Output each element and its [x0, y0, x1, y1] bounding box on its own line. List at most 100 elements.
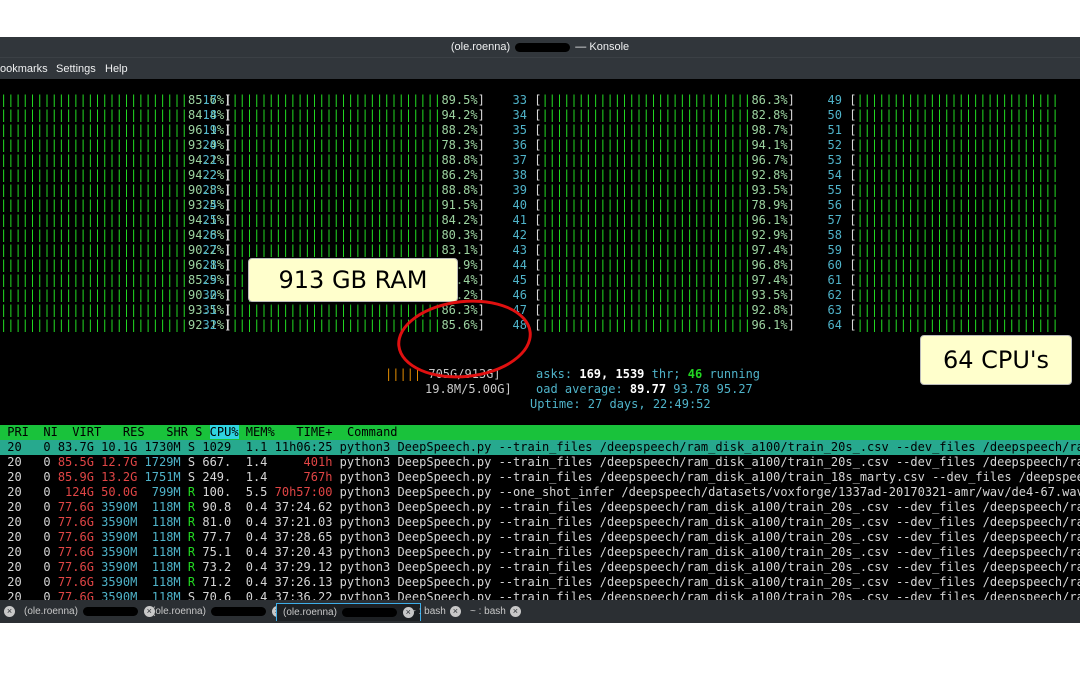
menu-settings[interactable]: Settings	[56, 63, 96, 75]
redacted-name	[515, 42, 571, 52]
cpu-meter: 54 [||||||||||||||||||||||||||||||||||||…	[820, 168, 1057, 183]
cpu-id: 40	[512, 198, 527, 212]
cpu-meter: 21 [||||||||||||||||||||||||||||||||||||…	[195, 153, 485, 168]
cpu-id: 57	[827, 213, 842, 227]
col-s: S	[195, 425, 203, 439]
cpu-meter: 24 [||||||||||||||||||||||||||||||||||||…	[195, 198, 485, 213]
tab-2[interactable]: (ole.roenna) ×	[146, 603, 289, 620]
cpu-id: 17	[202, 93, 217, 107]
close-icon[interactable]: ×	[509, 605, 521, 617]
tab-bar: × (ole.roenna) × (ole.roenna) × (ole.roe…	[0, 600, 1080, 623]
cpu-meter: 38 [||||||||||||||||||||||||||||||||||||…	[505, 168, 795, 183]
cpu-meter: 61 [||||||||||||||||||||||||||||||||||||…	[820, 273, 1057, 288]
cpu-id: 21	[202, 153, 217, 167]
ram-callout: 913 GB RAM	[248, 258, 458, 302]
menu-bookmarks[interactable]: ookmarks	[0, 63, 48, 75]
cpu-percent: 80.3%	[441, 228, 478, 242]
cpu-meter: 50 [||||||||||||||||||||||||||||||||||||…	[820, 108, 1057, 123]
cpu-id: 29	[202, 273, 217, 287]
cpu-id: 36	[512, 138, 527, 152]
table-row[interactable]: 20 0 77.6G 3590M 118M S 70.6 0.4 37:36.2…	[0, 590, 1080, 600]
table-row[interactable]: 20 0 77.6G 3590M 118M R 71.2 0.4 37:26.1…	[0, 575, 1080, 590]
tab-5[interactable]: ~ : bash ×	[464, 603, 527, 620]
title-bar: (ole.roenna) — Konsole	[0, 37, 1080, 57]
tab-4[interactable]: ~ : bash ×	[404, 603, 467, 620]
menu-bar: ookmarks Settings Help	[0, 57, 1080, 80]
cpu-id: 50	[827, 108, 842, 122]
cpu-percent: 88.8%	[441, 183, 478, 197]
window-title: (ole.roenna) — Konsole	[450, 41, 630, 53]
cpu-percent: 89.5%	[441, 93, 478, 107]
cpu-callout: 64 CPU's	[920, 335, 1072, 385]
close-icon[interactable]: ×	[449, 605, 461, 617]
cpu-id: 51	[827, 123, 842, 137]
cpu-id: 24	[202, 198, 217, 212]
tab-1[interactable]: (ole.roenna) ×	[18, 603, 161, 620]
cpu-meter: 57 [||||||||||||||||||||||||||||||||||||…	[820, 213, 1057, 228]
table-row[interactable]: 20 0 77.6G 3590M 118M R 81.0 0.4 37:21.0…	[0, 515, 1080, 530]
col-virt: VIRT	[72, 425, 102, 439]
cpu-meter: 20 [||||||||||||||||||||||||||||||||||||…	[195, 138, 485, 153]
cpu-meter: 33 [||||||||||||||||||||||||||||||||||||…	[505, 93, 795, 108]
cpu-percent: 94.1%	[751, 138, 788, 152]
cpu-meter: 63 [||||||||||||||||||||||||||||||||||||…	[820, 303, 1057, 318]
table-row[interactable]: 20 0 77.6G 3590M 118M R 77.7 0.4 37:28.6…	[0, 530, 1080, 545]
cpu-percent: 92.9%	[751, 228, 788, 242]
col-cpu: CPU%	[209, 425, 239, 439]
cpu-id: 53	[827, 153, 842, 167]
cpu-id: 46	[512, 288, 527, 302]
cpu-id: 39	[512, 183, 527, 197]
cpu-id: 34	[512, 108, 527, 122]
table-row[interactable]: 20 0 85.5G 12.7G 1729M S 667. 1.4 401h p…	[0, 455, 1080, 470]
cpu-id: 52	[827, 138, 842, 152]
cpu-percent: 97.4%	[751, 243, 788, 257]
cpu-id: 45	[512, 273, 527, 287]
col-res: RES	[122, 425, 145, 439]
htop-terminal[interactable]: ||||||||||||||||||||||||||||||||||||||||…	[0, 79, 1080, 600]
table-row[interactable]: 20 0 77.6G 3590M 118M R 73.2 0.4 37:29.1…	[0, 560, 1080, 575]
cpu-id: 33	[512, 93, 527, 107]
cpu-id: 37	[512, 153, 527, 167]
process-table-header[interactable]: PRI NI VIRT RES SHR S CPU% MEM% TIME+ Co…	[0, 425, 1080, 440]
cpu-meter: 22 [||||||||||||||||||||||||||||||||||||…	[195, 168, 485, 183]
table-row[interactable]: 20 0 85.9G 13.2G 1751M S 249. 1.4 767h p…	[0, 470, 1080, 485]
cpu-meter: 18 [||||||||||||||||||||||||||||||||||||…	[195, 108, 485, 123]
cpu-meter: 52 [||||||||||||||||||||||||||||||||||||…	[820, 138, 1057, 153]
cpu-meter: 47 [||||||||||||||||||||||||||||||||||||…	[505, 303, 795, 318]
cpu-id: 61	[827, 273, 842, 287]
cpu-id: 59	[827, 243, 842, 257]
cpu-percent: 93.5%	[751, 183, 788, 197]
cpu-percent: 78.3%	[441, 138, 478, 152]
col-mem: MEM%	[245, 425, 275, 439]
cpu-id: 63	[827, 303, 842, 317]
cpu-id: 55	[827, 183, 842, 197]
col-command: Command	[346, 425, 398, 439]
cpu-meter: 34 [||||||||||||||||||||||||||||||||||||…	[505, 108, 795, 123]
cpu-meter: 44 [||||||||||||||||||||||||||||||||||||…	[505, 258, 795, 273]
cpu-id: 44	[512, 258, 527, 272]
table-row[interactable]: 20 0 77.6G 3590M 118M R 90.8 0.4 37:24.6…	[0, 500, 1080, 515]
cpu-percent: 86.3%	[751, 93, 788, 107]
menu-help[interactable]: Help	[105, 63, 128, 75]
cpu-id: 18	[202, 108, 217, 122]
col-ni: NI	[43, 425, 58, 439]
table-row[interactable]: 20 0 77.6G 3590M 118M R 75.1 0.4 37:20.4…	[0, 545, 1080, 560]
cpu-percent: 88.2%	[441, 123, 478, 137]
close-icon[interactable]: ×	[4, 606, 15, 617]
load-average: oad average: 89.77 93.78 95.27	[536, 382, 753, 396]
table-row[interactable]: 20 0 124G 50.0G 799M R 100. 5.5 70h57:00…	[0, 485, 1080, 500]
table-row[interactable]: 20 0 83.7G 10.1G 1730M S 1029 1.1 11h06:…	[0, 440, 1080, 455]
konsole-window: (ole.roenna) — Konsole ookmarks Settings…	[0, 37, 1080, 623]
tab-3[interactable]: (ole.roenna) ×	[276, 603, 421, 621]
cpu-percent: 84.2%	[441, 213, 478, 227]
swap-meter: 19.8M/5.00G]	[425, 382, 512, 396]
cpu-meter: 46 [||||||||||||||||||||||||||||||||||||…	[505, 288, 795, 303]
cpu-percent: 96.1%	[751, 213, 788, 227]
cpu-id: 42	[512, 228, 527, 242]
col-time: TIME+	[296, 425, 333, 439]
cpu-percent: 94.2%	[441, 108, 478, 122]
cpu-meter: 55 [||||||||||||||||||||||||||||||||||||…	[820, 183, 1057, 198]
cpu-meter: 27 [||||||||||||||||||||||||||||||||||||…	[195, 243, 485, 258]
cpu-id: 54	[827, 168, 842, 182]
cpu-percent: 96.8%	[751, 258, 788, 272]
